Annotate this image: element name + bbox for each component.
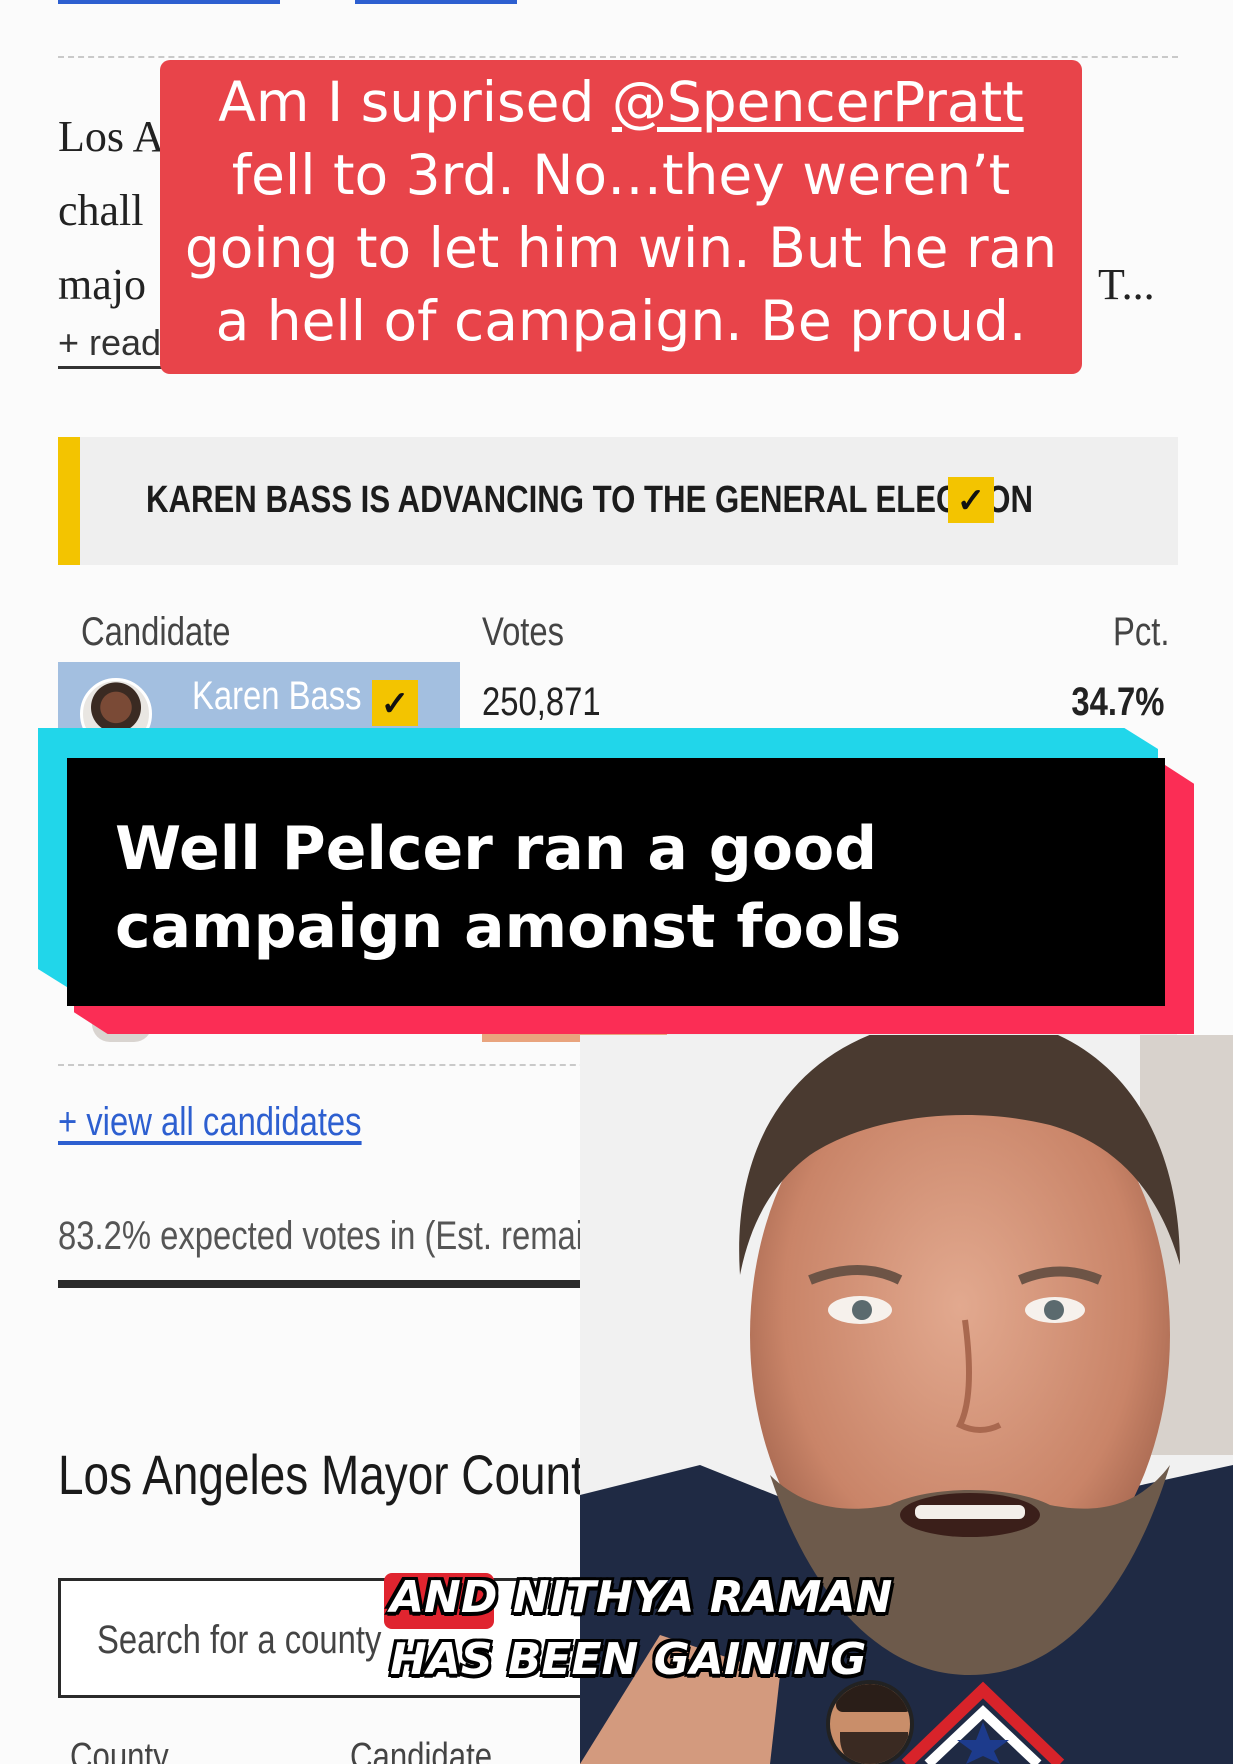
overlay-comment-box: Am I suprised @SpencerPratt fell to 3rd.… [160, 60, 1082, 374]
summary-trail: T... [1098, 260, 1155, 309]
subtitle-line-1-rest: NITHYA RAMAN [512, 1572, 893, 1623]
overlay-line-3: going to let him win. But he ran [184, 216, 1058, 280]
subtitle-line-2: HAS BEEN GAINING [390, 1634, 867, 1685]
view-all-candidates-link[interactable]: + view all candidates [58, 1100, 362, 1145]
caption-text: Well Pelcer ran a good campaign amonst f… [115, 814, 902, 962]
top-links [58, 0, 598, 6]
divider-top [58, 56, 1178, 58]
candidate-row-karen-bass: Karen Bass ✓ [58, 662, 460, 750]
winner-check-icon: ✓ [372, 680, 418, 726]
advancing-banner: KAREN BASS IS ADVANCING TO THE GENERAL E… [58, 437, 1178, 565]
house-star-logo-icon [901, 1681, 1065, 1764]
header-votes: Votes [482, 610, 565, 654]
overlay-line-4: a hell of campaign. Be proud. [215, 289, 1027, 353]
check-icon: ✓ [948, 477, 994, 523]
header-pct: Pct. [1113, 610, 1170, 654]
caption-box: Well Pelcer ran a good campaign amonst f… [67, 758, 1165, 1006]
mention-link[interactable]: @SpencerPratt [612, 70, 1024, 134]
candidate-pct: 34.7% [1070, 680, 1164, 724]
subtitle-highlight-word: AND [390, 1572, 498, 1623]
overlay-line-1: Am I suprised @SpencerPratt [160, 66, 1082, 139]
candidate-votes: 250,871 [482, 680, 601, 724]
header-candidate: Candidate [81, 610, 231, 654]
subtitle-line-1: AND NITHYA RAMAN [390, 1572, 892, 1623]
top-link-1[interactable] [58, 0, 280, 4]
candidate-name: Karen Bass [192, 674, 362, 718]
column-county: County [70, 1736, 169, 1764]
top-link-2[interactable] [355, 0, 517, 4]
overlay-line-1-prefix: Am I suprised [218, 70, 612, 134]
banner-text: KAREN BASS IS ADVANCING TO THE GENERAL E… [146, 479, 1033, 521]
column-candidate: Candidate [350, 1736, 493, 1764]
overlay-line-2: fell to 3rd. No…they weren’t [231, 143, 1011, 207]
